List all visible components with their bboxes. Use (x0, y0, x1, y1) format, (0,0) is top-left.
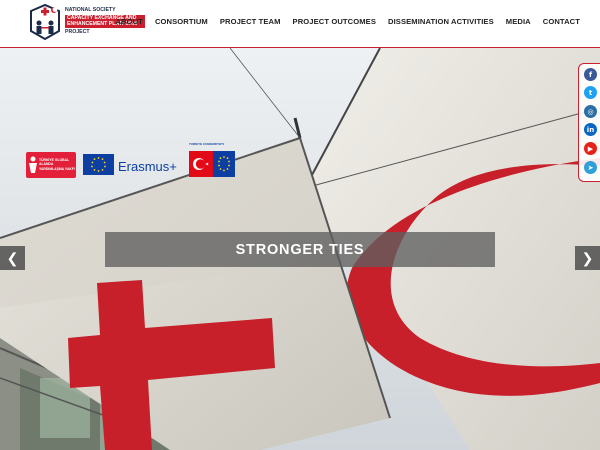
telegram-icon[interactable]: ➤ (584, 161, 597, 174)
site-header: NATIONAL SOCIETY CAPACITY EXCHANGE AND E… (0, 0, 600, 48)
instagram-icon[interactable]: ◎ (584, 105, 597, 118)
chevron-left-icon: ❮ (6, 249, 19, 266)
erasmus-logo: Erasmus+ (118, 159, 177, 174)
logo-line-3: PROJECT (65, 28, 90, 35)
prev-slide-button[interactable]: ❮ (0, 246, 25, 270)
foundation-logo: TÜRKİYE GLOBAL ALANDA YARDIMLAŞMA VAKFI (26, 152, 76, 178)
slide-caption: STRONGER TIES (105, 232, 495, 267)
nav-project-team[interactable]: PROJECT TEAM (220, 17, 281, 26)
next-slide-button[interactable]: ❯ (575, 246, 600, 270)
foundation-logo-text: TÜRKİYE GLOBAL ALANDA YARDIMLAŞMA VAKFI (39, 158, 75, 171)
turkey-eu-logo: TÜRKİYE CUMHURİYETİ (187, 143, 237, 185)
youtube-icon[interactable]: ▶ (584, 142, 597, 155)
turkey-logo-text: TÜRKİYE CUMHURİYETİ (189, 143, 224, 146)
nav-contact[interactable]: CONTACT (543, 17, 580, 26)
sponsor-logos: TÜRKİYE GLOBAL ALANDA YARDIMLAŞMA VAKFI … (26, 143, 238, 185)
nav-consortium[interactable]: CONSORTIUM (155, 17, 208, 26)
main-nav: ABOUT CONSORTIUM PROJECT TEAM PROJECT OU… (115, 17, 580, 26)
nav-media[interactable]: MEDIA (506, 17, 531, 26)
nav-about[interactable]: ABOUT (115, 17, 143, 26)
twitter-icon[interactable]: t (584, 86, 597, 99)
nav-dissemination-activities[interactable]: DISSEMINATION ACTIVITIES (388, 17, 494, 26)
facebook-icon[interactable]: f (584, 68, 597, 81)
foundation-mark-icon (29, 156, 37, 173)
chevron-right-icon: ❯ (581, 249, 594, 266)
eu-flag-small-icon (213, 151, 235, 177)
turkey-flag-icon (189, 151, 213, 177)
slide-caption-text: STRONGER TIES (235, 241, 365, 258)
linkedin-icon[interactable]: in (584, 123, 597, 136)
logo-badge-icon (30, 3, 60, 41)
eu-flag-icon (83, 154, 114, 175)
nav-project-outcomes[interactable]: PROJECT OUTCOMES (293, 17, 376, 26)
logo-line-1: NATIONAL SOCIETY (65, 7, 116, 13)
social-sidebar: f t ◎ in ▶ ➤ (578, 63, 600, 182)
